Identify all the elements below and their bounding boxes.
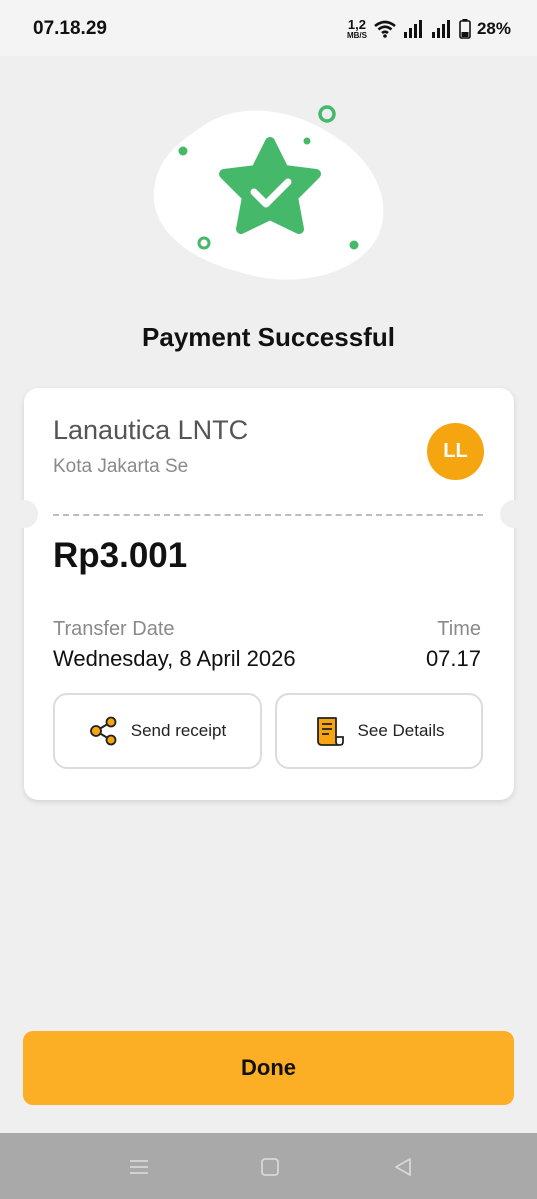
home-button[interactable] xyxy=(255,1153,285,1181)
merchant-avatar: LL xyxy=(427,423,484,480)
merchant-name: Lanautica LNTC xyxy=(53,415,249,445)
menu-icon xyxy=(130,1160,148,1174)
share-icon xyxy=(89,716,117,746)
battery-percent: 28% xyxy=(476,19,511,38)
see-details-label: See Details xyxy=(357,721,445,740)
payment-amount: Rp3.001 xyxy=(53,536,188,575)
back-button[interactable] xyxy=(388,1153,418,1181)
net-speed-value: 1,2 xyxy=(347,16,366,32)
net-speed-unit: MB/S xyxy=(346,30,367,40)
see-details-button[interactable]: See Details xyxy=(275,693,483,769)
dashed-divider xyxy=(53,514,483,516)
wifi-icon xyxy=(374,20,396,38)
receipt-icon xyxy=(316,717,344,746)
time-label: Time xyxy=(437,618,481,640)
page-title: Payment Successful xyxy=(142,322,395,352)
transfer-date-value: Wednesday, 8 April 2026 xyxy=(53,646,296,671)
signal-icon xyxy=(403,20,422,38)
merchant-location: Kota Jakarta Se xyxy=(53,456,189,477)
status-icons: 1,2 MB/S 28% xyxy=(347,16,511,42)
ticket-notch-left xyxy=(10,500,38,528)
time-value: 07.17 xyxy=(425,646,481,671)
status-time: 07.18.29 xyxy=(33,18,107,39)
status-bar: 07.18.29 1,2 MB/S 28% xyxy=(0,0,537,56)
send-receipt-button[interactable]: Send receipt xyxy=(53,693,262,769)
signal-icon-2 xyxy=(431,20,450,38)
battery-icon xyxy=(459,19,471,39)
ticket-notch-right xyxy=(500,500,528,528)
transfer-date-label: Transfer Date xyxy=(53,618,175,640)
system-navigation-bar xyxy=(0,1133,537,1199)
done-button[interactable]: Done xyxy=(23,1031,514,1105)
success-star-illustration xyxy=(153,105,384,280)
home-square-icon xyxy=(261,1158,279,1176)
recents-button[interactable] xyxy=(124,1153,154,1181)
send-receipt-label: Send receipt xyxy=(130,721,227,740)
network-speed: 1,2 MB/S xyxy=(346,16,367,40)
back-triangle-icon xyxy=(395,1158,411,1176)
